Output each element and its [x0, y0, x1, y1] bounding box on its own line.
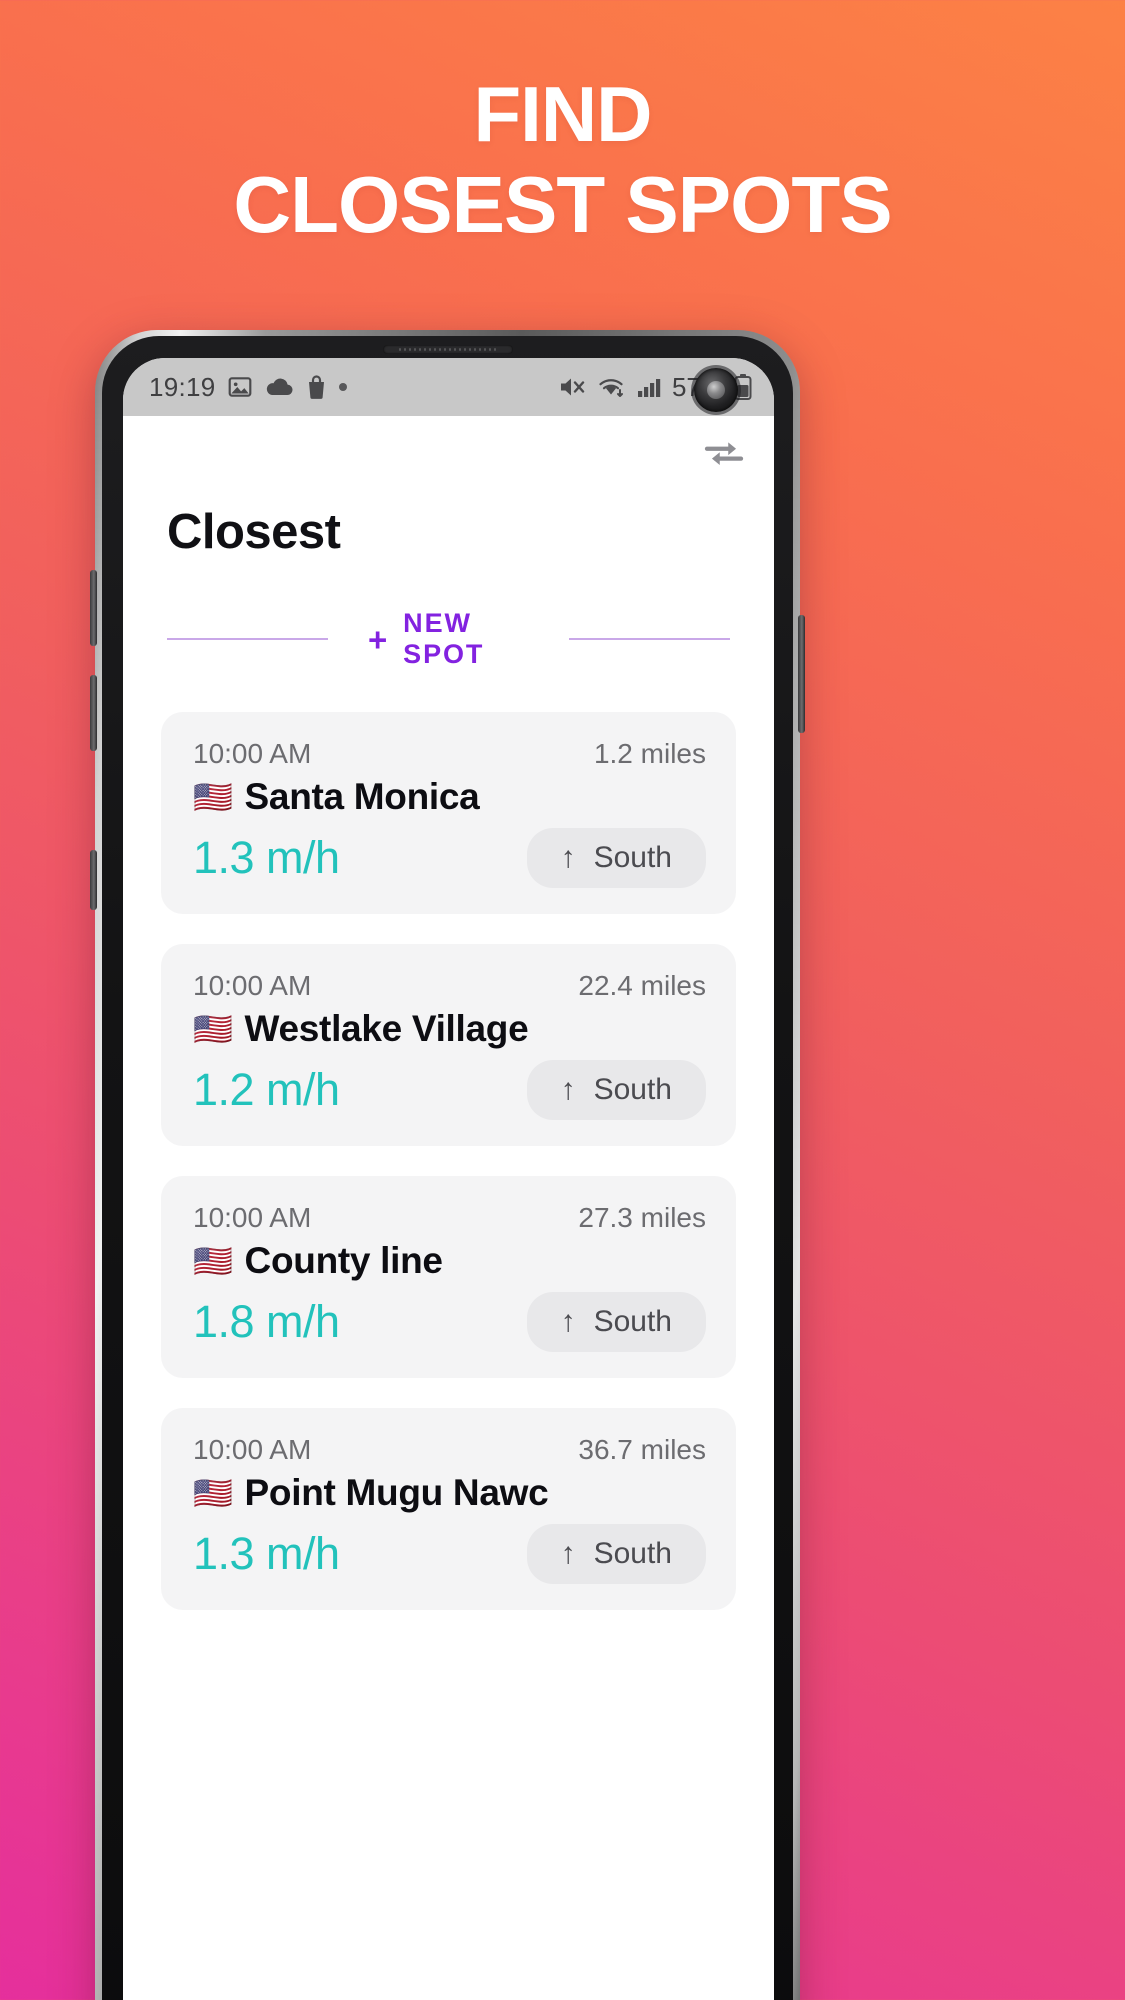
spot-card-footer: 1.3 m/h ↑ South	[193, 828, 706, 888]
promo-headline-line2: CLOSEST SPOTS	[233, 159, 892, 249]
phone-screen: 19:19 Closest + NEW SPOT 10:00 AM 1.2 mi…	[123, 358, 774, 2000]
spot-name-row: 🇺🇸 Santa Monica	[193, 776, 706, 818]
spot-direction-pill[interactable]: ↑ South	[526, 1524, 706, 1584]
spot-card[interactable]: 10:00 AM 36.7 miles 🇺🇸 Point Mugu Nawc 1.3 m…	[161, 1408, 736, 1610]
spot-time: 10:00 AM	[193, 1202, 312, 1233]
earpiece-speaker-icon	[382, 345, 513, 354]
spot-direction-pill[interactable]: ↑ South	[526, 1060, 706, 1120]
spot-card-header: 10:00 AM 22.4 miles	[193, 970, 706, 1002]
spot-speed: 1.3 m/h	[193, 832, 340, 883]
spot-card-header: 10:00 AM 27.3 miles	[193, 1202, 706, 1234]
volume-down-button[interactable]	[90, 675, 97, 751]
new-spot-button[interactable]: + NEW SPOT	[368, 608, 529, 670]
status-bar-left: 19:19	[149, 372, 347, 403]
new-spot-label: NEW SPOT	[403, 608, 485, 669]
spot-speed: 1.8 m/h	[193, 1296, 340, 1347]
power-button[interactable]	[798, 615, 805, 733]
country-flag-icon: 🇺🇸	[193, 1475, 233, 1511]
arrow-up-icon: ↑	[560, 1537, 576, 1570]
spot-card-footer: 1.8 m/h ↑ South	[193, 1292, 706, 1352]
app-toolbar	[123, 416, 774, 490]
promo-headline: FIND CLOSEST SPOTS	[0, 70, 1125, 250]
promo-headline-line1: FIND	[473, 70, 653, 158]
country-flag-icon: 🇺🇸	[193, 1011, 233, 1047]
spot-card-header: 10:00 AM 36.7 miles	[193, 1434, 706, 1466]
dot-icon	[338, 383, 347, 391]
image-icon	[227, 374, 253, 400]
country-flag-icon: 🇺🇸	[193, 1243, 233, 1279]
spot-card[interactable]: 10:00 AM 27.3 miles 🇺🇸 County line 1.8 m/h ↑ S…	[161, 1176, 736, 1378]
plus-icon: +	[368, 620, 390, 658]
spot-card-footer: 1.2 m/h ↑ South	[193, 1060, 706, 1120]
spot-card[interactable]: 10:00 AM 22.4 miles 🇺🇸 Westlake Village 1.2 …	[161, 944, 736, 1146]
new-spot-row: + NEW SPOT	[123, 560, 774, 670]
swap-arrows-icon[interactable]	[701, 436, 747, 470]
spot-direction-label: South	[593, 1305, 672, 1338]
spot-name-row: 🇺🇸 County line	[193, 1240, 706, 1282]
app-content: Closest + NEW SPOT 10:00 AM 1.2 miles 🇺🇸 Sa…	[123, 416, 774, 2000]
status-bar-clock: 19:19	[149, 371, 216, 402]
spot-distance: 27.3 miles	[578, 1202, 706, 1233]
shopping-bag-icon	[305, 374, 328, 400]
phone-bezel: 19:19 Closest + NEW SPOT 10:00 AM 1.2 mi…	[102, 336, 793, 2000]
spot-speed: 1.2 m/h	[193, 1064, 340, 1115]
spot-direction-label: South	[593, 1537, 672, 1570]
spot-name: Santa Monica	[244, 776, 480, 817]
spot-name: Point Mugu Nawc	[244, 1472, 549, 1513]
volume-up-button[interactable]	[90, 570, 97, 646]
spot-speed: 1.3 m/h	[193, 1528, 340, 1579]
spot-card-header: 10:00 AM 1.2 miles	[193, 738, 706, 770]
spot-direction-pill[interactable]: ↑ South	[526, 828, 706, 888]
spot-direction-label: South	[593, 841, 672, 874]
cloud-icon	[264, 376, 294, 398]
spot-distance: 1.2 miles	[593, 738, 706, 769]
phone-mockup: 19:19 Closest + NEW SPOT 10:00 AM 1.2 mi…	[90, 330, 805, 2000]
spot-name: Westlake Village	[244, 1008, 529, 1049]
spot-time: 10:00 AM	[193, 970, 312, 1001]
status-bar: 19:19	[123, 358, 774, 416]
front-camera-icon	[694, 368, 738, 412]
spot-distance: 22.4 miles	[578, 970, 706, 1001]
spot-name: County line	[244, 1240, 443, 1281]
mute-icon	[558, 374, 586, 400]
assistant-button[interactable]	[90, 850, 97, 910]
divider-right	[569, 638, 730, 640]
spot-card[interactable]: 10:00 AM 1.2 miles 🇺🇸 Santa Monica 1.3 m/h ↑ S…	[161, 712, 736, 914]
spot-direction-label: South	[593, 1073, 672, 1106]
country-flag-icon: 🇺🇸	[193, 779, 233, 815]
spot-time: 10:00 AM	[193, 1434, 312, 1465]
spot-time: 10:00 AM	[193, 738, 312, 769]
arrow-up-icon: ↑	[560, 1305, 576, 1338]
spot-list: 10:00 AM 1.2 miles 🇺🇸 Santa Monica 1.3 m/h ↑ S…	[123, 670, 774, 1610]
spot-name-row: 🇺🇸 Point Mugu Nawc	[193, 1472, 706, 1514]
wifi-icon	[596, 374, 626, 400]
arrow-up-icon: ↑	[560, 841, 576, 874]
spot-card-footer: 1.3 m/h ↑ South	[193, 1524, 706, 1584]
page-title: Closest	[167, 505, 341, 559]
spot-direction-pill[interactable]: ↑ South	[526, 1292, 706, 1352]
spot-name-row: 🇺🇸 Westlake Village	[193, 1008, 706, 1050]
spot-distance: 36.7 miles	[578, 1434, 706, 1465]
cellular-signal-icon	[636, 375, 662, 399]
arrow-up-icon: ↑	[560, 1073, 576, 1106]
divider-left	[167, 638, 328, 640]
